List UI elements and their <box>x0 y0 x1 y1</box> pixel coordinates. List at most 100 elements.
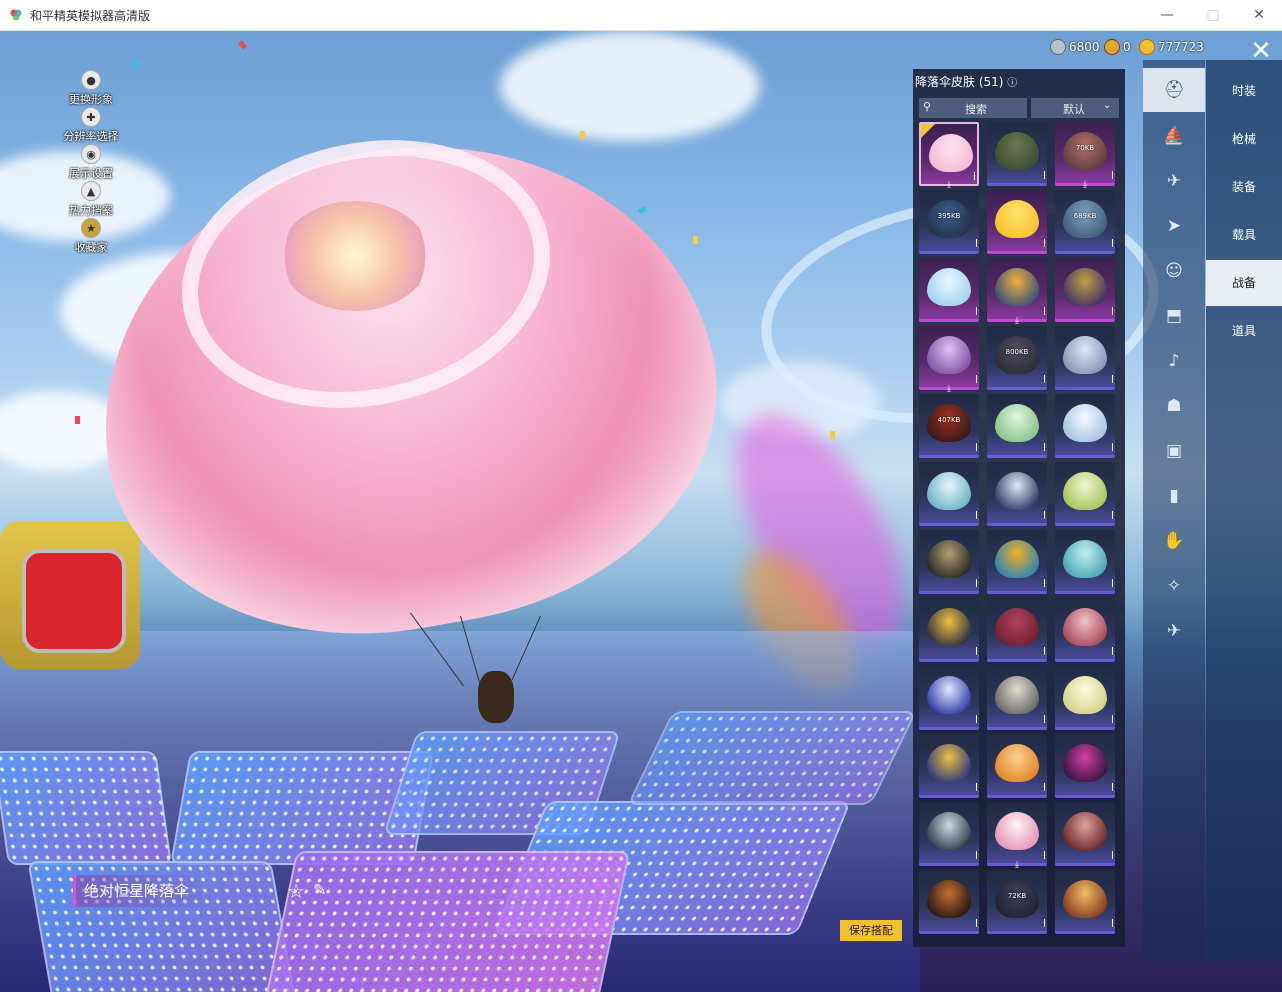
fire-icon: ▲ <box>81 181 101 201</box>
skin-item[interactable] <box>987 258 1047 322</box>
gold-token-icon <box>1104 39 1120 55</box>
skin-item[interactable] <box>919 598 979 662</box>
skin-item[interactable] <box>987 666 1047 730</box>
skin-item[interactable] <box>1055 258 1115 322</box>
skin-item[interactable] <box>919 530 979 594</box>
skin-item[interactable]: ⤓ 407KB <box>919 384 979 458</box>
extinguisher-icon[interactable]: ▮ <box>1162 484 1186 508</box>
emote-icon[interactable]: ☺ <box>1162 259 1186 283</box>
silver-coin-icon <box>1050 39 1066 55</box>
sort-dropdown[interactable]: 默认 ⌄ <box>1031 98 1119 118</box>
skin-item[interactable] <box>987 734 1047 798</box>
floor-tile <box>0 751 173 865</box>
drone-icon[interactable]: ✈ <box>1162 169 1186 193</box>
skin-item[interactable] <box>987 802 1047 866</box>
tab-2[interactable]: 装备 <box>1206 164 1282 210</box>
item-marker <box>1044 851 1045 859</box>
tab-5[interactable]: 道具 <box>1206 308 1282 354</box>
item-marker <box>1044 647 1045 655</box>
skin-item[interactable] <box>919 666 979 730</box>
menu-resolution[interactable]: ✚ 分辨率选择 <box>60 107 122 144</box>
download-size: 407KB <box>937 416 961 424</box>
skin-item[interactable] <box>987 530 1047 594</box>
skin-item[interactable] <box>919 258 979 322</box>
backpack-icon[interactable]: ⬒ <box>1162 304 1186 328</box>
boat-icon[interactable]: ⛵ <box>1162 124 1186 148</box>
skin-item[interactable] <box>919 802 979 866</box>
menu-label: 收藏家 <box>74 241 108 254</box>
tab-1[interactable]: 枪械 <box>1206 116 1282 162</box>
photo-icon[interactable]: ▣ <box>1162 439 1186 463</box>
tab-0[interactable]: 时装 <box>1206 68 1282 114</box>
helmet-icon[interactable]: ⛑ <box>1143 68 1205 112</box>
skin-item[interactable] <box>987 122 1047 186</box>
maximize-icon[interactable]: □ <box>1190 0 1236 30</box>
skin-item[interactable] <box>919 326 979 390</box>
menu-collector[interactable]: ★ 收藏家 <box>60 218 122 255</box>
parachute-thumbnail <box>1063 744 1107 782</box>
player-character <box>478 671 514 723</box>
download-icon: ⤓ <box>1083 180 1087 190</box>
skin-item[interactable] <box>987 462 1047 526</box>
skin-item[interactable] <box>919 462 979 526</box>
skin-item[interactable] <box>919 870 979 934</box>
parachute-thumbnail <box>1063 812 1107 850</box>
search-box[interactable]: ⚲ 搜索 <box>919 98 1027 118</box>
menu-display-settings[interactable]: ◉ 展示设置 <box>60 144 122 181</box>
item-marker <box>976 715 977 723</box>
wand-icon[interactable]: ✧ <box>1162 574 1186 598</box>
glider-icon[interactable]: ➤ <box>1162 214 1186 238</box>
parachute-thumbnail <box>1063 404 1107 442</box>
skin-item[interactable] <box>1055 530 1115 594</box>
item-marker <box>976 579 977 587</box>
skin-item[interactable] <box>919 734 979 798</box>
parachute-thumbnail <box>995 472 1039 510</box>
skin-item[interactable]: ⤓ 72KB <box>987 860 1047 934</box>
close-x-icon[interactable]: ✕ <box>1248 38 1274 64</box>
parachute-thumbnail <box>995 200 1039 238</box>
skin-item[interactable] <box>987 598 1047 662</box>
info-icon[interactable]: ⓘ <box>1007 78 1017 89</box>
speaker-icon[interactable]: ♪ <box>1162 349 1186 373</box>
hand-icon[interactable]: ✋ <box>1162 529 1186 553</box>
diamond-coin-value: 777723 <box>1158 40 1204 54</box>
skin-item[interactable] <box>1055 802 1115 866</box>
skin-item[interactable]: ⤓70KB <box>1055 122 1115 186</box>
parachute-thumbnail <box>995 676 1039 714</box>
parachute-thumbnail <box>927 880 971 918</box>
tab-3[interactable]: 载具 <box>1206 212 1282 258</box>
skin-item[interactable] <box>1055 462 1115 526</box>
tab-4[interactable]: 战备 <box>1206 260 1282 306</box>
minimize-icon[interactable]: — <box>1144 0 1190 30</box>
star-icon[interactable]: ☆ <box>287 879 305 903</box>
parachute-thumbnail <box>927 472 971 510</box>
skin-item[interactable] <box>1055 666 1115 730</box>
parachute-thumbnail <box>995 540 1039 578</box>
edit-icon[interactable]: ✎ <box>313 880 326 899</box>
parachute-thumbnail <box>927 744 971 782</box>
skin-item[interactable] <box>1055 734 1115 798</box>
skin-item[interactable] <box>1055 394 1115 458</box>
skin-item[interactable] <box>987 190 1047 254</box>
download-size: 800KB <box>1005 348 1029 356</box>
parachute-thumbnail <box>927 336 971 374</box>
parachute-thumbnail <box>927 812 971 850</box>
floor-tile <box>263 851 631 992</box>
skin-item[interactable]: ⤓ 800KB <box>987 316 1047 390</box>
save-outfit-button[interactable]: 保存搭配 <box>840 920 902 941</box>
skin-item[interactable]: ⤓ 395KB <box>919 180 979 254</box>
robot-icon[interactable]: ☗ <box>1162 394 1186 418</box>
skin-item[interactable] <box>1055 870 1115 934</box>
menu-change-avatar[interactable]: ● 更换形象 <box>60 70 122 107</box>
close-icon[interactable]: ✕ <box>1236 0 1282 30</box>
skin-item[interactable]: ⤓ 689KB <box>1055 180 1115 254</box>
item-marker <box>1044 511 1045 519</box>
menu-label: 更换形象 <box>69 93 113 106</box>
skin-item[interactable] <box>1055 326 1115 390</box>
menu-heat-archive[interactable]: ▲ 热力挡案 <box>60 181 122 218</box>
collector-icon: ★ <box>81 218 101 238</box>
plane-icon[interactable]: ✈ <box>1162 619 1186 643</box>
skin-item[interactable] <box>987 394 1047 458</box>
skin-item[interactable] <box>1055 598 1115 662</box>
skin-item[interactable] <box>919 122 979 186</box>
